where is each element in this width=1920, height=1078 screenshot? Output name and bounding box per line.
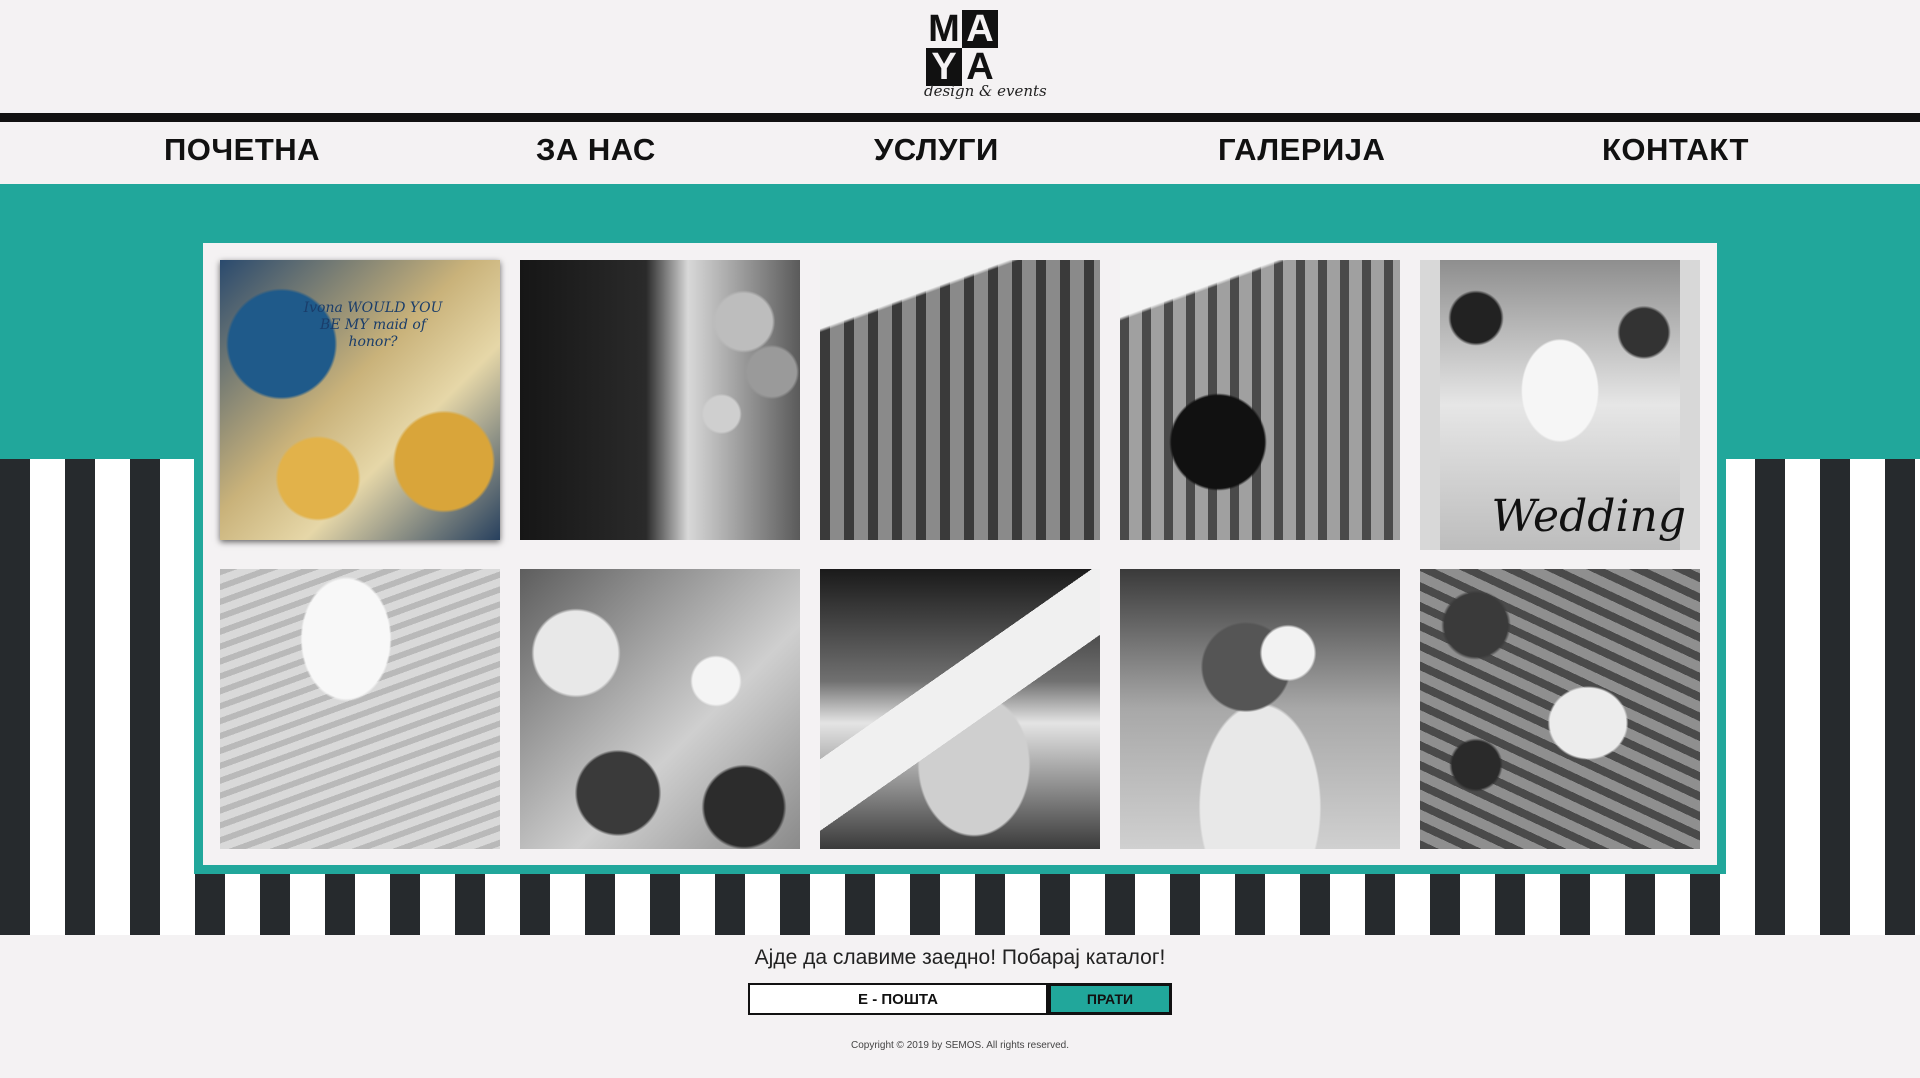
gallery-image bbox=[520, 569, 800, 849]
gallery-image bbox=[520, 260, 800, 540]
send-button[interactable]: ПРАТИ bbox=[1048, 983, 1172, 1015]
newsletter-form: ПРАТИ bbox=[748, 983, 1172, 1015]
gallery-item-building-postcard[interactable] bbox=[820, 260, 1100, 540]
gallery-item-sunflowers[interactable] bbox=[520, 569, 800, 849]
main-nav: ПОЧЕТНА ЗА НАС УСЛУГИ ГАЛЕРИЈА КОНТАКТ bbox=[0, 122, 1920, 184]
logo-letter: Y bbox=[926, 48, 962, 86]
nav-item-home[interactable]: ПОЧЕТНА bbox=[164, 132, 320, 168]
gallery-frame: Ivona WOULD YOU BE MY maid of honor? Wed… bbox=[194, 234, 1726, 874]
nav-item-gallery[interactable]: ГАЛЕРИЈА bbox=[1218, 132, 1385, 168]
gallery-image bbox=[820, 569, 1100, 849]
copyright: Copyright © 2019 by SEMOS. All rights re… bbox=[850, 1040, 1070, 1051]
gallery-item-gift-ribbon[interactable] bbox=[220, 569, 500, 849]
gallery-item-wedding-table[interactable]: Wedding bbox=[1420, 260, 1700, 550]
gallery-item-balloon-arch[interactable] bbox=[520, 260, 800, 540]
nav-item-contact[interactable]: КОНТАКТ bbox=[1602, 132, 1749, 168]
gallery-image bbox=[1120, 260, 1400, 540]
logo-letter: A bbox=[962, 48, 998, 86]
gallery-item-building-card[interactable] bbox=[1120, 260, 1400, 540]
gallery-item-welcome-sign[interactable] bbox=[1420, 569, 1700, 849]
gallery-item-proposal-cards[interactable]: Ivona WOULD YOU BE MY maid of honor? bbox=[220, 260, 500, 540]
gallery-image bbox=[1120, 569, 1400, 849]
header-divider bbox=[0, 113, 1920, 122]
catalog-cta: Ајде да славиме заедно! Побарај каталог! bbox=[754, 946, 1166, 969]
gallery-grid: Ivona WOULD YOU BE MY maid of honor? Wed… bbox=[203, 243, 1717, 865]
gallery-item-flower-arrangement[interactable] bbox=[1120, 569, 1400, 849]
gallery-item-gift-box-set[interactable] bbox=[820, 569, 1100, 849]
gallery-image bbox=[1420, 569, 1700, 849]
logo-tagline: design & events bbox=[924, 82, 1047, 100]
gallery-caption: Wedding bbox=[1491, 491, 1686, 542]
brand-logo[interactable]: M A Y A design & events bbox=[918, 6, 1047, 106]
nav-item-about[interactable]: ЗА НАС bbox=[536, 132, 656, 168]
gallery-image bbox=[220, 569, 500, 849]
gallery-card-text: Ivona WOULD YOU BE MY maid of honor? bbox=[303, 300, 443, 350]
logo-letter: A bbox=[962, 10, 998, 48]
logo-mark: M A Y A bbox=[926, 10, 998, 86]
nav-item-services[interactable]: УСЛУГИ bbox=[874, 132, 999, 168]
logo-letter: M bbox=[926, 10, 962, 48]
gallery-image bbox=[820, 260, 1100, 540]
email-field[interactable] bbox=[748, 983, 1048, 1015]
